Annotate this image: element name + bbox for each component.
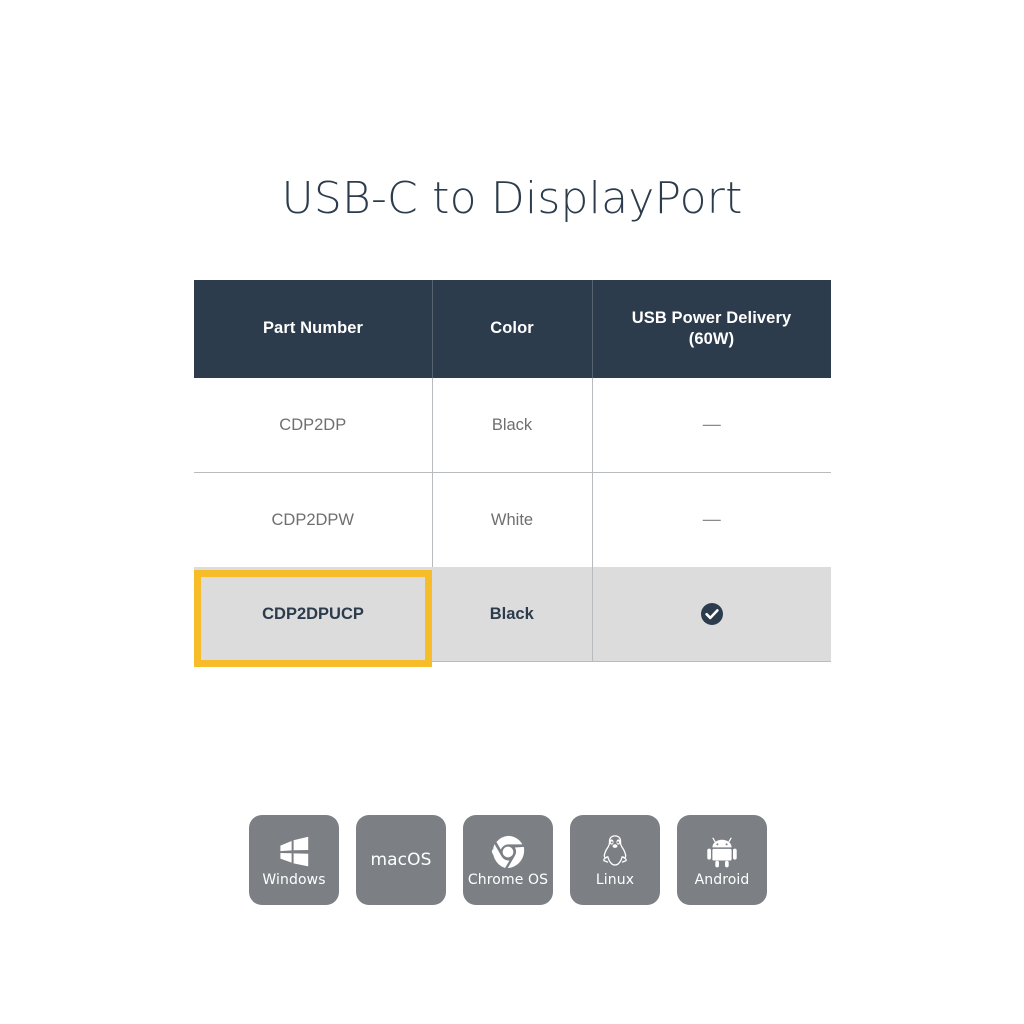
- os-tile-windows: Windows: [249, 815, 339, 905]
- windows-icon: [277, 833, 311, 871]
- column-header-usb-pd-line2: (60W): [688, 330, 735, 348]
- column-header-usb-power-delivery: USB Power Delivery (60W): [592, 280, 831, 378]
- android-icon: [705, 833, 739, 871]
- cell-color: Black: [432, 378, 593, 473]
- os-tile-chromeos: Chrome OS: [463, 815, 553, 905]
- table-row-highlighted: CDP2DPUCP Black: [194, 567, 831, 662]
- column-header-color: Color: [432, 280, 592, 378]
- column-header-part-number: Part Number: [194, 280, 432, 378]
- cell-color: White: [432, 472, 593, 567]
- cell-part-number: CDP2DPW: [194, 472, 433, 567]
- table-header: Part Number Color USB Power Delivery (60…: [194, 280, 831, 378]
- os-compatibility-list: Windows macOS Chrome OS Linux Android: [249, 815, 767, 905]
- os-tile-macos: macOS: [356, 815, 446, 905]
- page-title: USB-C to DisplayPort: [281, 173, 743, 224]
- os-label-macos: macOS: [370, 849, 432, 870]
- os-label-windows: Windows: [262, 872, 326, 888]
- linux-penguin-icon: [600, 833, 630, 871]
- os-tile-linux: Linux: [570, 815, 660, 905]
- supported-check-icon: [700, 602, 724, 626]
- cell-part-number: CDP2DP: [194, 378, 433, 473]
- cell-color: Black: [432, 567, 593, 662]
- os-label-linux: Linux: [595, 872, 635, 888]
- cell-part-number-highlighted: CDP2DPUCP: [194, 567, 432, 662]
- table-row: CDP2DPW White —: [194, 472, 831, 567]
- chrome-icon: [490, 833, 526, 871]
- table-header-row: Part Number Color USB Power Delivery (60…: [194, 280, 831, 378]
- column-header-usb-pd-line1: USB Power Delivery: [631, 308, 792, 327]
- table-row: CDP2DP Black —: [194, 378, 831, 473]
- os-label-chromeos: Chrome OS: [467, 872, 549, 888]
- table-body: CDP2DP Black — CDP2DPW White — CDP2DPUCP…: [194, 378, 831, 662]
- cell-usb-power-delivery: —: [592, 472, 831, 567]
- os-label-android: Android: [694, 872, 750, 888]
- cell-usb-power-delivery: —: [592, 378, 831, 473]
- spec-table: Part Number Color USB Power Delivery (60…: [194, 280, 831, 662]
- os-tile-android: Android: [677, 815, 767, 905]
- cell-usb-power-delivery: [592, 567, 831, 662]
- product-spec-page: USB-C to DisplayPort Part Number Color U…: [0, 0, 1024, 1024]
- not-supported-dash-icon: —: [702, 509, 721, 529]
- not-supported-dash-icon: —: [702, 414, 721, 434]
